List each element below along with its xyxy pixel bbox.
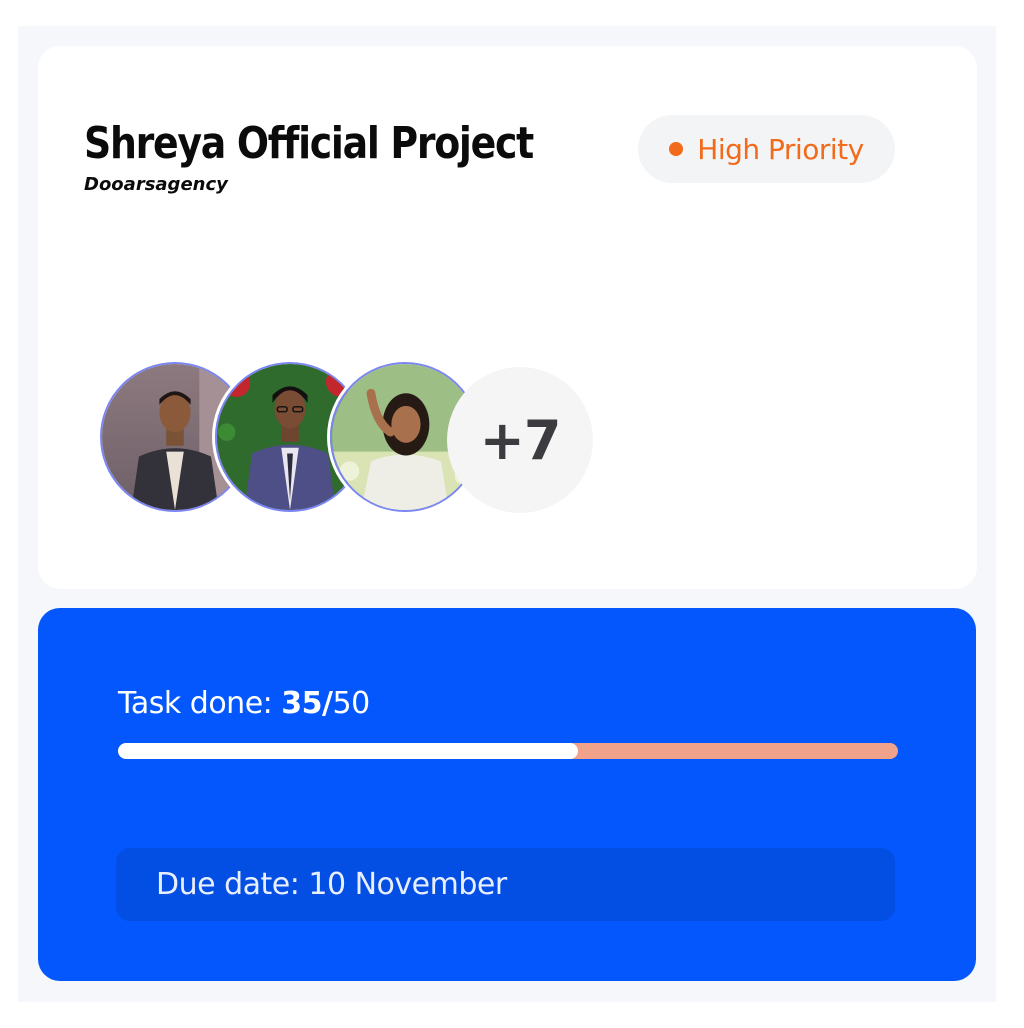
more-members-count: +7 [479, 408, 562, 472]
tasks-separator: / [322, 686, 333, 721]
priority-label: High Priority [697, 132, 864, 166]
due-date-box: Due date: 10 November [116, 848, 895, 921]
task-progress-bar [118, 743, 898, 759]
due-date-text: Due date: 10 November [156, 867, 507, 902]
priority-dot-icon [669, 142, 684, 156]
task-label: Task done: [118, 686, 282, 721]
more-members-badge[interactable]: +7 [447, 367, 593, 513]
tasks-done: 35 [281, 686, 323, 721]
agency-name: Dooarsagency [84, 174, 228, 195]
tasks-total: 50 [332, 686, 371, 721]
task-progress-fill [118, 743, 579, 759]
progress-card: Task done: 35/50 Due date: 10 November [38, 608, 976, 981]
project-title: Shreya Official Project [84, 118, 534, 169]
priority-badge[interactable]: High Priority [638, 115, 895, 183]
task-progress-text: Task done: 35/50 [118, 686, 370, 721]
team-avatars[interactable]: +7 [100, 362, 600, 516]
project-card[interactable]: Shreya Official Project Dooarsagency Hig… [38, 46, 977, 589]
